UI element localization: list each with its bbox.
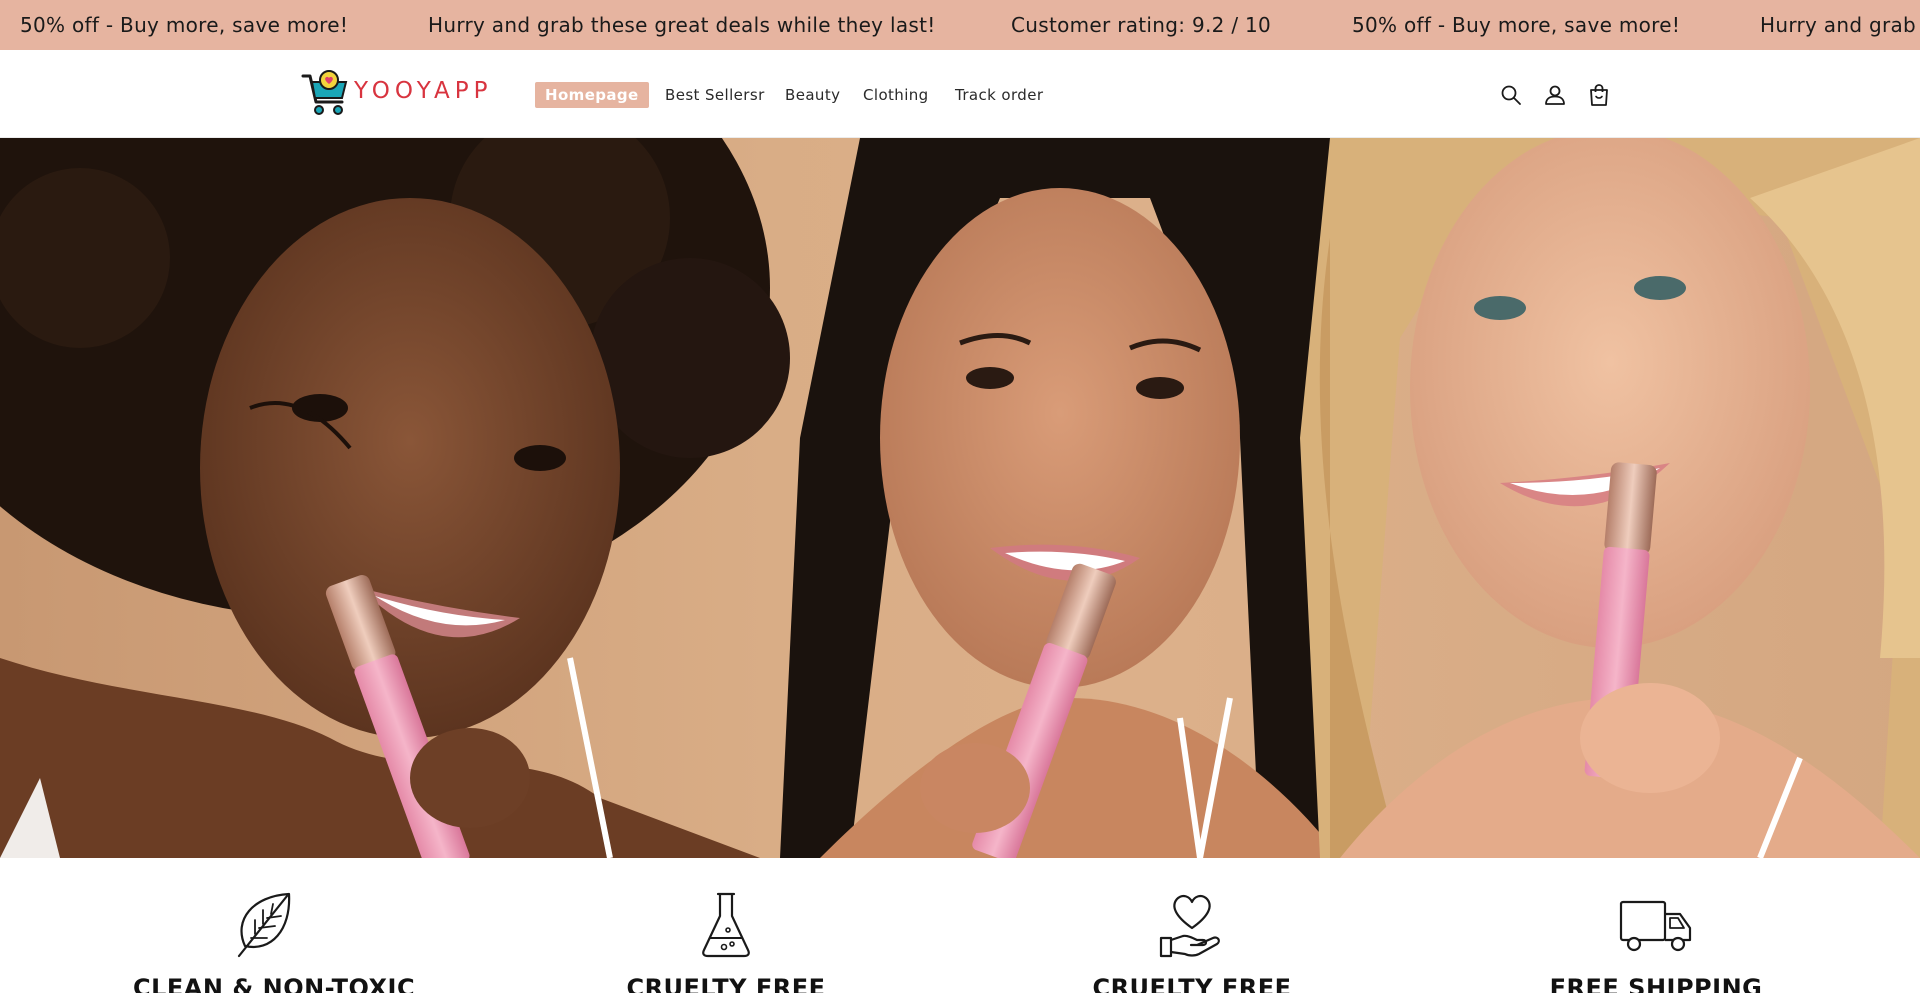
feature-title: CRUELTY FREE (1092, 974, 1292, 993)
logo-text: YOOYAPP (354, 78, 493, 104)
feature-cruelty-free-2: CRUELTY FREE (1062, 890, 1322, 993)
hero-banner[interactable] (0, 138, 1920, 858)
flask-icon (702, 892, 750, 958)
nav-item-track-order[interactable]: Track order (955, 82, 1043, 108)
feature-title: CRUELTY FREE (626, 974, 826, 993)
feature-title: FREE SHIPPING (1549, 974, 1763, 993)
feature-free-shipping: FREE SHIPPING (1526, 890, 1786, 993)
announcement-item: Customer rating: 9.2 / 10 (1011, 13, 1272, 37)
announcement-item: 50% off - Buy more, save more! (1352, 13, 1681, 37)
truck-icon (1619, 900, 1692, 952)
feature-title: CLEAN & NON-TOXIC (133, 974, 416, 993)
feature-cruelty-free: CRUELTY FREE (596, 890, 856, 993)
model-center (780, 138, 1360, 858)
search-icon[interactable] (1496, 80, 1526, 110)
leaf-icon (237, 892, 291, 958)
nav-item-homepage[interactable]: Homepage (535, 82, 649, 108)
nav-item-clothing[interactable]: Clothing (863, 82, 929, 108)
heart-hand-icon (1159, 894, 1220, 958)
announcement-item: 50% off - Buy more, save more! (20, 13, 349, 37)
cart-icon[interactable] (1584, 80, 1614, 110)
announcement-item: Hurry and grab these great deals while t… (1760, 13, 1920, 37)
announcement-bar: 50% off - Buy more, save more! Hurry and… (0, 0, 1920, 50)
feature-clean-non-toxic: CLEAN & NON-TOXIC (133, 890, 416, 993)
nav-item-beauty[interactable]: Beauty (785, 82, 840, 108)
logo[interactable]: YOOYAPP (300, 68, 510, 120)
hero-image (0, 138, 1920, 858)
model-left (0, 138, 790, 858)
nav-item-best-sellers[interactable]: Best Sellersr (665, 82, 765, 108)
announcement-item: Hurry and grab these great deals while t… (428, 13, 936, 37)
site-header: YOOYAPP Homepage Best Sellersr Beauty Cl… (0, 50, 1920, 138)
account-icon[interactable] (1540, 80, 1570, 110)
shopping-cart-logo-icon (301, 70, 348, 115)
